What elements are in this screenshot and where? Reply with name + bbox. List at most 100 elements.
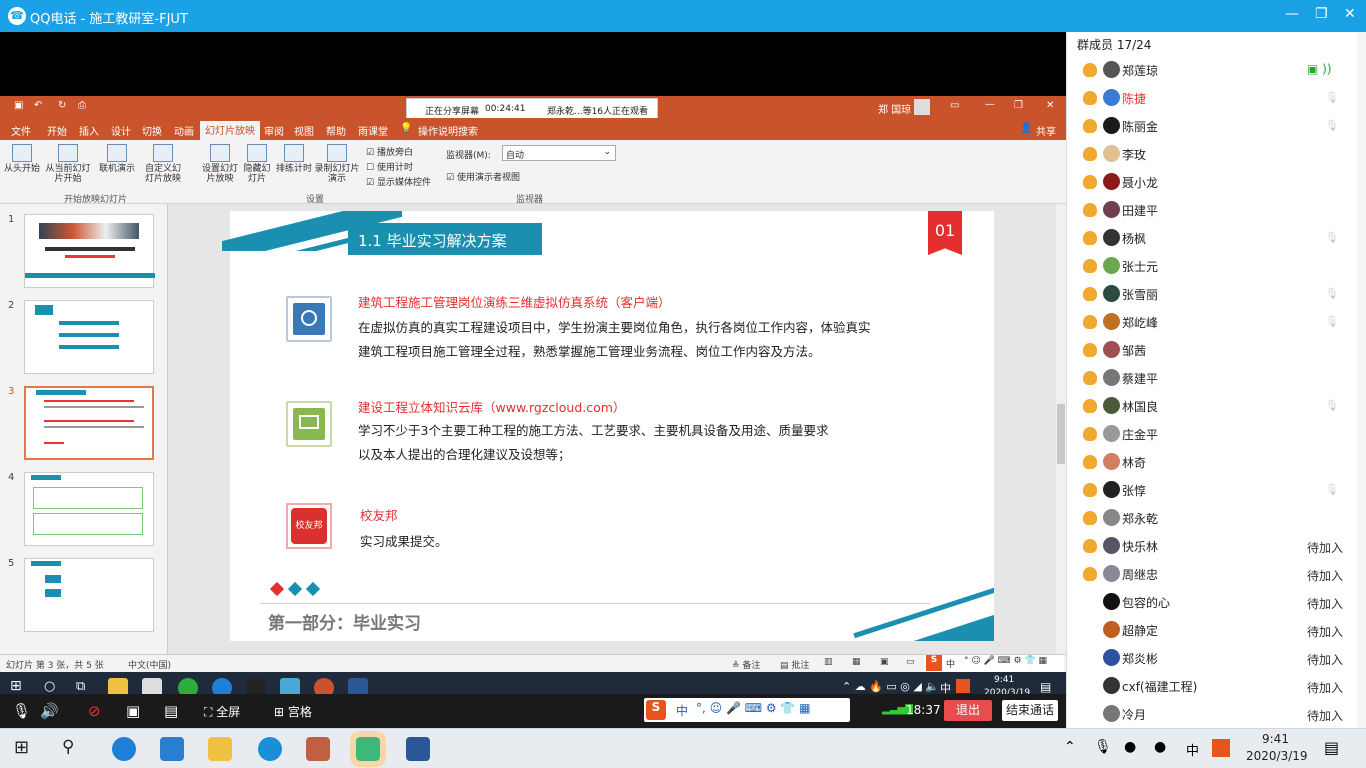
setup-show-button[interactable]: 设置幻灯片放映 bbox=[198, 144, 242, 184]
tab-review[interactable]: 审阅 bbox=[264, 123, 284, 138]
member-row[interactable]: 田建平 bbox=[1067, 196, 1357, 224]
tab-help[interactable]: 帮助 bbox=[326, 123, 346, 138]
comments-button[interactable]: ▤ 批注 bbox=[780, 658, 809, 671]
tab-insert[interactable]: 插入 bbox=[79, 123, 99, 138]
camera-off-icon[interactable]: ⊘ bbox=[88, 702, 101, 720]
tab-slideshow[interactable]: 幻灯片放映 bbox=[200, 121, 260, 140]
slide-thumb-5[interactable] bbox=[24, 558, 154, 632]
record-button[interactable]: 录制幻灯片演示 bbox=[314, 144, 360, 184]
slide-thumb-4[interactable] bbox=[24, 472, 154, 546]
sogou-tray-icon[interactable] bbox=[1212, 739, 1230, 757]
rehearse-button[interactable]: 排练计时 bbox=[276, 144, 312, 174]
tab-home[interactable]: 开始 bbox=[47, 123, 67, 138]
grid-button[interactable]: ⊞ 宫格 bbox=[274, 703, 312, 720]
presenter-view-checkbox[interactable]: ☑ 使用演示者视图 bbox=[446, 170, 520, 183]
member-row[interactable]: 周继忠 待加入 bbox=[1067, 560, 1357, 588]
member-row[interactable]: 庄金平 bbox=[1067, 420, 1357, 448]
member-row[interactable]: cxf(福建工程) 待加入 bbox=[1067, 672, 1357, 700]
notes-button[interactable]: ≜ 备注 bbox=[732, 658, 760, 671]
qq-tray-icon[interactable]: ● bbox=[1124, 739, 1136, 755]
mic-tray-icon[interactable]: 🎙 bbox=[1094, 739, 1112, 755]
member-row[interactable]: 陈捷 🎙 bbox=[1067, 84, 1357, 112]
member-row[interactable]: 张雪丽 🎙 bbox=[1067, 280, 1357, 308]
slide-thumb-2[interactable] bbox=[24, 300, 154, 374]
ppt-close-button[interactable]: ✕ bbox=[1046, 100, 1054, 111]
save-icon[interactable]: ▣ bbox=[14, 100, 23, 111]
sorter-view-icon[interactable]: ▦ bbox=[852, 657, 861, 667]
undo-icon[interactable]: ↶ bbox=[34, 100, 42, 111]
narration-checkbox[interactable]: ☑ 播放旁白 bbox=[366, 145, 413, 158]
maximize-button[interactable]: ❐ bbox=[1315, 6, 1328, 22]
qq-call-icon[interactable] bbox=[350, 731, 386, 767]
member-row[interactable]: 包容的心 待加入 bbox=[1067, 588, 1357, 616]
qq-tray-icon[interactable]: ● bbox=[1154, 739, 1166, 755]
user-avatar[interactable] bbox=[914, 99, 930, 115]
whiteboard-icon[interactable]: ▤ bbox=[164, 702, 178, 720]
minimize-button[interactable]: — bbox=[1285, 6, 1299, 22]
slideshow-view-icon[interactable]: ▭ bbox=[906, 657, 915, 667]
ppt-restore-button[interactable]: ❐ bbox=[1014, 100, 1023, 111]
member-row[interactable]: 李玫 bbox=[1067, 140, 1357, 168]
member-row[interactable]: 冷月 待加入 bbox=[1067, 700, 1357, 728]
hide-slide-button[interactable]: 隐藏幻灯片 bbox=[242, 144, 272, 184]
edge-icon[interactable] bbox=[112, 737, 136, 761]
slide-thumb-3[interactable] bbox=[24, 386, 154, 460]
member-row[interactable]: 张士元 bbox=[1067, 252, 1357, 280]
home-app-icon[interactable] bbox=[306, 737, 330, 761]
exit-button[interactable]: 退出 bbox=[944, 700, 992, 721]
start-show-icon[interactable]: ⎙ bbox=[78, 100, 86, 111]
tab-rainclass[interactable]: 雨课堂 bbox=[358, 123, 388, 138]
tell-me-search[interactable]: 操作说明搜索 bbox=[418, 123, 478, 138]
redo-icon[interactable]: ↻ bbox=[58, 100, 66, 111]
tab-animations[interactable]: 动画 bbox=[174, 123, 194, 138]
timing-checkbox[interactable]: ☐ 使用计时 bbox=[366, 160, 413, 173]
member-row[interactable]: 郑莲琼 ▣ )) bbox=[1067, 56, 1357, 84]
tab-design[interactable]: 设计 bbox=[111, 123, 131, 138]
tray-lang[interactable]: 中 bbox=[1186, 740, 1199, 759]
from-start-button[interactable]: 从头开始 bbox=[4, 144, 40, 174]
ppt-minimize-button[interactable]: — bbox=[985, 99, 995, 110]
member-row[interactable]: 郑永乾 bbox=[1067, 504, 1357, 532]
tab-transitions[interactable]: 切换 bbox=[142, 123, 162, 138]
normal-view-icon[interactable]: ▥ bbox=[824, 657, 833, 667]
member-row[interactable]: 超静定 待加入 bbox=[1067, 616, 1357, 644]
tray-expand-icon[interactable]: ⌃ bbox=[1064, 739, 1076, 755]
sogou-browser-icon[interactable] bbox=[258, 737, 282, 761]
online-present-button[interactable]: 联机演示 bbox=[96, 144, 138, 174]
tab-file[interactable]: 文件 bbox=[11, 123, 31, 138]
mail-icon[interactable] bbox=[160, 737, 184, 761]
ribbon-display-icon[interactable]: ▭ bbox=[950, 100, 959, 111]
word-icon[interactable] bbox=[406, 737, 430, 761]
custom-show-button[interactable]: 自定义幻灯片放映 bbox=[142, 144, 184, 184]
member-row[interactable]: 蔡建平 bbox=[1067, 364, 1357, 392]
member-row[interactable]: 陈丽金 🎙 bbox=[1067, 112, 1357, 140]
tab-view[interactable]: 视图 bbox=[294, 123, 314, 138]
folder-icon[interactable] bbox=[208, 737, 232, 761]
fullscreen-button[interactable]: ⛶ 全屏 bbox=[204, 703, 240, 720]
from-current-button[interactable]: 从当前幻灯片开始 bbox=[42, 144, 94, 184]
search-icon[interactable]: ⚲ bbox=[62, 737, 74, 757]
reading-view-icon[interactable]: ▣ bbox=[880, 657, 889, 667]
member-scrollbar[interactable] bbox=[1357, 32, 1366, 728]
screen-share-icon[interactable]: ▣ bbox=[126, 702, 140, 720]
slide-thumb-1[interactable] bbox=[24, 214, 155, 288]
close-button[interactable]: ✕ bbox=[1344, 6, 1356, 22]
monitor-select[interactable]: 自动 ⌄ bbox=[502, 145, 616, 161]
clock-time[interactable]: 9:41 bbox=[1262, 732, 1289, 746]
share-button[interactable]: 共享 bbox=[1036, 123, 1056, 138]
member-row[interactable]: 张惇 🎙 bbox=[1067, 476, 1357, 504]
member-row[interactable]: 杨枫 🎙 bbox=[1067, 224, 1357, 252]
mic-icon[interactable]: 🎙 bbox=[12, 702, 31, 720]
member-row[interactable]: 郑屹峰 🎙 bbox=[1067, 308, 1357, 336]
language-status[interactable]: 中文(中国) bbox=[128, 658, 171, 671]
member-row[interactable]: 郑炎彬 待加入 bbox=[1067, 644, 1357, 672]
vertical-scrollbar[interactable] bbox=[1056, 204, 1066, 654]
media-checkbox[interactable]: ☑ 显示媒体控件 bbox=[366, 175, 431, 188]
clock-date[interactable]: 2020/3/19 bbox=[1246, 749, 1308, 763]
member-row[interactable]: 快乐林 待加入 bbox=[1067, 532, 1357, 560]
member-row[interactable]: 林奇 bbox=[1067, 448, 1357, 476]
windows-start-icon[interactable]: ⊞ bbox=[14, 737, 29, 758]
member-row[interactable]: 林国良 🎙 bbox=[1067, 392, 1357, 420]
speaker-icon[interactable]: 🔊 bbox=[40, 702, 59, 720]
notification-icon[interactable]: ▤ bbox=[1324, 738, 1339, 757]
